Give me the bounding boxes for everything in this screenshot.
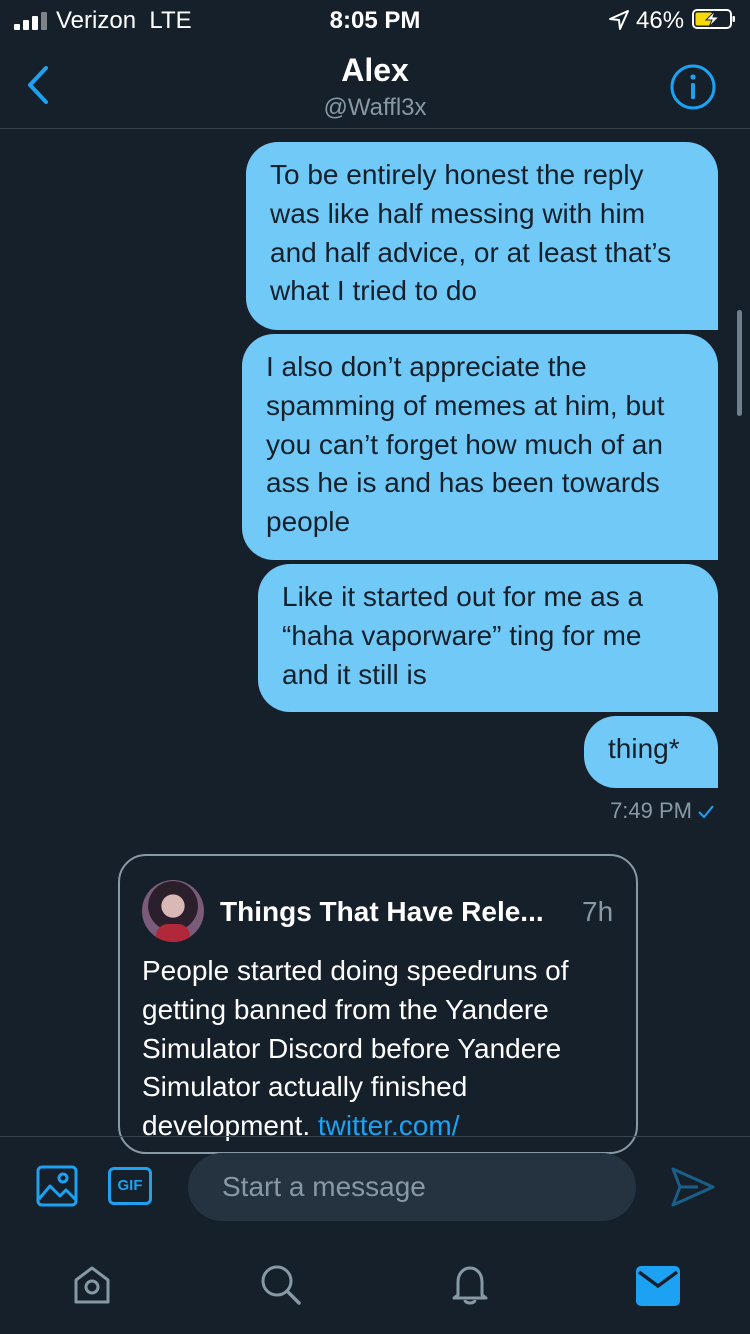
message-text: To be entirely honest the reply was like… bbox=[270, 159, 672, 307]
sent-check-icon bbox=[698, 805, 714, 819]
conversation-header: Alex @Waffl3x bbox=[0, 40, 750, 129]
location-icon bbox=[609, 10, 629, 30]
contact-handle: @Waffl3x bbox=[323, 94, 427, 121]
status-bar: Verizon LTE 8:05 PM 46% bbox=[0, 0, 750, 40]
send-icon[interactable] bbox=[670, 1165, 716, 1209]
message-timestamp: 7:49 PM bbox=[610, 798, 714, 824]
message-composer: GIF bbox=[0, 1136, 750, 1241]
tab-bar bbox=[0, 1240, 750, 1334]
notifications-icon[interactable] bbox=[448, 1262, 492, 1306]
search-icon[interactable] bbox=[258, 1262, 302, 1306]
contact-name: Alex bbox=[341, 52, 409, 88]
messages-icon[interactable] bbox=[636, 1266, 680, 1306]
scrollbar[interactable] bbox=[737, 310, 742, 416]
message-text: thing* bbox=[608, 733, 680, 764]
info-icon[interactable] bbox=[668, 62, 718, 112]
message-bubble[interactable]: thing* bbox=[584, 716, 718, 788]
home-icon[interactable] bbox=[70, 1262, 114, 1306]
message-bubble[interactable]: I also don’t appreciate the spamming of … bbox=[242, 334, 718, 560]
message-bubble[interactable]: Like it started out for me as a “haha va… bbox=[258, 564, 718, 712]
gif-icon[interactable]: GIF bbox=[108, 1167, 152, 1205]
message-text: I also don’t appreciate the spamming of … bbox=[266, 351, 665, 538]
message-bubble[interactable]: To be entirely honest the reply was like… bbox=[246, 142, 718, 330]
battery-percent: 46% bbox=[636, 7, 685, 34]
message-input[interactable] bbox=[188, 1153, 636, 1221]
message-text: Like it started out for me as a “haha va… bbox=[282, 581, 644, 690]
image-icon[interactable] bbox=[36, 1165, 78, 1207]
shared-tweet-card[interactable]: Things That Have Rele... 7h People start… bbox=[118, 854, 638, 1154]
battery-charging-icon bbox=[692, 9, 735, 29]
tweet-author: Things That Have Rele... bbox=[220, 896, 544, 927]
avatar[interactable] bbox=[142, 880, 204, 942]
tweet-age: 7h bbox=[582, 896, 614, 927]
tweet-text: People started doing speedruns of gettin… bbox=[142, 955, 569, 1142]
